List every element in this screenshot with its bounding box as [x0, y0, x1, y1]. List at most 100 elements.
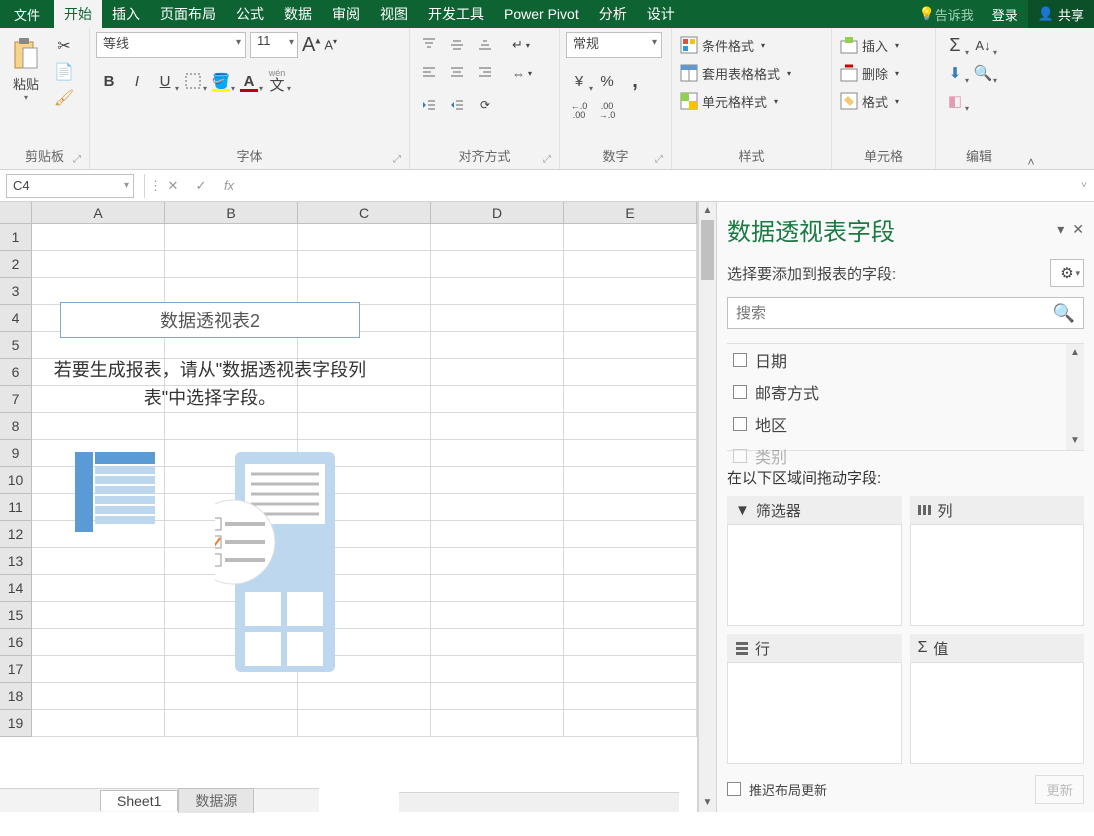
- row-header[interactable]: 7: [0, 386, 32, 413]
- cell[interactable]: [431, 467, 564, 494]
- format-cells-button[interactable]: 格式▾: [838, 88, 901, 114]
- col-header-c[interactable]: C: [298, 202, 431, 223]
- row-header[interactable]: 8: [0, 413, 32, 440]
- row-header[interactable]: 3: [0, 278, 32, 305]
- cell[interactable]: [564, 710, 697, 737]
- field-search-input[interactable]: [736, 305, 1053, 322]
- spreadsheet-grid[interactable]: A B C D E 12345678910111213141516171819 …: [0, 202, 698, 812]
- comma-button[interactable]: ,: [622, 68, 648, 94]
- cell[interactable]: [564, 683, 697, 710]
- cell-styles-button[interactable]: 单元格样式▾: [678, 88, 793, 114]
- area-columns[interactable]: 列: [910, 496, 1085, 626]
- cell[interactable]: [298, 710, 431, 737]
- fill-color-button[interactable]: 🪣▾: [208, 68, 234, 94]
- insert-function-button[interactable]: fx: [215, 174, 243, 198]
- increase-indent-button[interactable]: [444, 92, 470, 118]
- row-header[interactable]: 16: [0, 629, 32, 656]
- find-select-button[interactable]: 🔍▾: [970, 60, 996, 86]
- field-item-date[interactable]: 日期: [727, 344, 1084, 376]
- cell[interactable]: [298, 224, 431, 251]
- cell[interactable]: [431, 548, 564, 575]
- percent-button[interactable]: %: [594, 68, 620, 94]
- row-header[interactable]: 15: [0, 602, 32, 629]
- cell[interactable]: [431, 224, 564, 251]
- row-header[interactable]: 18: [0, 683, 32, 710]
- login-button[interactable]: 登录: [982, 0, 1028, 28]
- phonetic-button[interactable]: wén文▾: [264, 68, 290, 94]
- field-checkbox[interactable]: [733, 449, 747, 463]
- cell[interactable]: [431, 305, 564, 332]
- cell[interactable]: [431, 656, 564, 683]
- font-size-select[interactable]: 11: [250, 32, 298, 58]
- scroll-track[interactable]: [699, 220, 716, 794]
- cell[interactable]: [564, 251, 697, 278]
- cell[interactable]: [564, 305, 697, 332]
- field-checkbox[interactable]: [733, 417, 747, 431]
- insert-cells-button[interactable]: 插入▾: [838, 32, 901, 58]
- field-item-category[interactable]: 类别: [727, 440, 1084, 472]
- enter-formula-button[interactable]: ✓: [187, 174, 215, 198]
- cell[interactable]: [32, 278, 165, 305]
- pane-options-button[interactable]: ▾: [1057, 221, 1064, 238]
- row-header[interactable]: 4: [0, 305, 32, 332]
- pane-layout-button[interactable]: ⚙: [1050, 259, 1084, 287]
- update-button[interactable]: 更新: [1035, 775, 1084, 804]
- sheet-tab-data-source[interactable]: 数据源: [178, 788, 254, 813]
- col-header-b[interactable]: B: [165, 202, 298, 223]
- cell[interactable]: [564, 386, 697, 413]
- file-menu[interactable]: 文件: [0, 0, 54, 28]
- scroll-thumb[interactable]: [701, 220, 714, 280]
- cell[interactable]: [431, 251, 564, 278]
- row-header[interactable]: 17: [0, 656, 32, 683]
- autosum-button[interactable]: Σ▾: [942, 32, 968, 58]
- field-checkbox[interactable]: [733, 385, 747, 399]
- cell[interactable]: [32, 710, 165, 737]
- decrease-indent-button[interactable]: [416, 92, 442, 118]
- row-header[interactable]: 14: [0, 575, 32, 602]
- cell[interactable]: [165, 278, 298, 305]
- decrease-decimal-button[interactable]: .00→.0: [594, 98, 620, 124]
- cell[interactable]: [564, 494, 697, 521]
- increase-decimal-button[interactable]: ←.0.00: [566, 98, 592, 124]
- row-header[interactable]: 11: [0, 494, 32, 521]
- wrap-text-button[interactable]: ↵▾: [508, 32, 536, 58]
- cell[interactable]: [32, 251, 165, 278]
- row-header[interactable]: 10: [0, 467, 32, 494]
- cell[interactable]: [32, 224, 165, 251]
- field-scroll-up[interactable]: ▲: [1066, 344, 1084, 362]
- field-item-shipping[interactable]: 邮寄方式: [727, 376, 1084, 408]
- name-box[interactable]: C4: [6, 174, 134, 198]
- scroll-down-button[interactable]: ▼: [699, 794, 716, 812]
- cell[interactable]: [298, 251, 431, 278]
- align-left-button[interactable]: [416, 60, 442, 86]
- pane-close-button[interactable]: ✕: [1072, 221, 1084, 238]
- row-header[interactable]: 6: [0, 359, 32, 386]
- horizontal-scrollbar[interactable]: [399, 792, 679, 812]
- align-middle-button[interactable]: [444, 32, 470, 58]
- tab-analyze[interactable]: 分析: [589, 0, 637, 28]
- cell[interactable]: [564, 629, 697, 656]
- expand-formula-bar-button[interactable]: ˅: [1074, 180, 1094, 191]
- tab-review[interactable]: 审阅: [322, 0, 370, 28]
- cell[interactable]: [564, 656, 697, 683]
- sort-filter-button[interactable]: A↓▾: [970, 32, 996, 58]
- conditional-format-button[interactable]: 条件格式▾: [678, 32, 793, 58]
- cell[interactable]: [431, 602, 564, 629]
- share-button[interactable]: 👤 共享: [1028, 0, 1094, 28]
- align-center-button[interactable]: [444, 60, 470, 86]
- cell[interactable]: [431, 386, 564, 413]
- cell[interactable]: [564, 521, 697, 548]
- cell[interactable]: [431, 440, 564, 467]
- cell[interactable]: [564, 602, 697, 629]
- align-right-button[interactable]: [472, 60, 498, 86]
- col-header-e[interactable]: E: [564, 202, 697, 223]
- area-filters[interactable]: ▼筛选器: [727, 496, 902, 626]
- cell[interactable]: [165, 224, 298, 251]
- alignment-launcher[interactable]: ⤢: [543, 154, 551, 165]
- cell[interactable]: [564, 440, 697, 467]
- cell[interactable]: [564, 413, 697, 440]
- delete-cells-button[interactable]: 删除▾: [838, 60, 901, 86]
- cell[interactable]: [564, 224, 697, 251]
- tab-view[interactable]: 视图: [370, 0, 418, 28]
- tab-design[interactable]: 设计: [637, 0, 685, 28]
